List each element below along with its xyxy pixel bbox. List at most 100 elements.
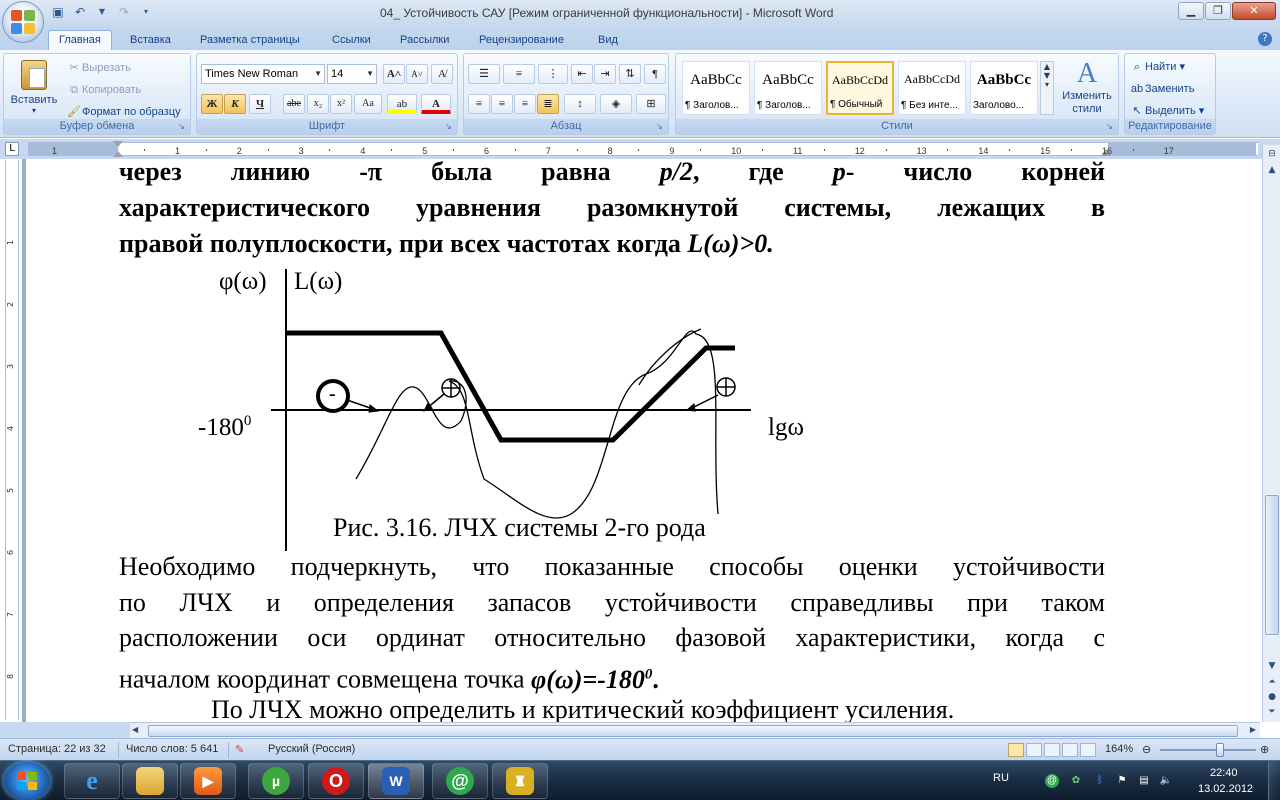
italic-button[interactable]: К: [224, 94, 246, 114]
tab-page-layout[interactable]: Разметка страницы: [200, 31, 300, 50]
icq-tray-icon[interactable]: ✿: [1069, 774, 1083, 788]
change-case-button[interactable]: Aa: [354, 94, 382, 114]
save-icon[interactable]: ▣: [50, 4, 66, 20]
mail-agent-tray-icon[interactable]: @: [1045, 774, 1059, 788]
zoom-level[interactable]: 164%: [1105, 743, 1133, 755]
zoom-slider-thumb[interactable]: [1215, 743, 1224, 757]
full-screen-icon[interactable]: [1026, 743, 1042, 757]
start-button[interactable]: [4, 762, 50, 800]
taskbar-ie[interactable]: e: [64, 763, 120, 799]
dialog-launcher-icon[interactable]: ↘: [445, 122, 455, 132]
next-page-icon[interactable]: ⏷: [1265, 705, 1279, 719]
undo-icon[interactable]: ↶: [72, 4, 88, 20]
maximize-button[interactable]: ❐: [1205, 2, 1231, 20]
language-indicator[interactable]: Русский (Россия): [268, 743, 355, 755]
redo-icon[interactable]: ↷: [116, 4, 132, 20]
scroll-left-icon[interactable]: ◀: [132, 725, 138, 734]
grow-font-button[interactable]: A˄: [383, 64, 405, 84]
subscript-button[interactable]: x₂: [307, 94, 329, 114]
help-icon[interactable]: ?: [1258, 32, 1272, 46]
scroll-right-icon[interactable]: ▶: [1250, 725, 1256, 734]
browse-object-icon[interactable]: ●: [1265, 690, 1279, 704]
taskbar-word[interactable]: W: [368, 763, 424, 799]
replace-button[interactable]: ab Заменить: [1129, 81, 1195, 97]
sort-icon[interactable]: ⇅: [619, 64, 641, 84]
font-family-select[interactable]: Times New Roman ▼: [201, 64, 325, 84]
horizontal-scrollbar[interactable]: ◀ ▶: [130, 722, 1260, 738]
copy-button[interactable]: ⧉ Копировать: [66, 82, 141, 98]
style-heading2[interactable]: AaBbCc ¶ Заголов...: [754, 61, 822, 115]
strikethrough-button[interactable]: abe: [283, 94, 305, 114]
shading-icon[interactable]: ◈: [600, 94, 632, 114]
style-heading1[interactable]: AaBbCc ¶ Заголов...: [682, 61, 750, 115]
office-button[interactable]: [2, 1, 44, 43]
tab-mailings[interactable]: Рассылки: [400, 31, 449, 50]
align-center-icon[interactable]: ≡: [491, 94, 513, 114]
find-button[interactable]: ⌕ Найти ▾: [1129, 59, 1185, 75]
indent-marker-icon[interactable]: [113, 151, 123, 157]
scroll-down-icon[interactable]: ▼: [1265, 659, 1279, 673]
dialog-launcher-icon[interactable]: ↘: [1106, 122, 1116, 132]
undo-dropdown-icon[interactable]: ▼: [94, 4, 110, 20]
document-page[interactable]: через линию -π была равна p/2, где p- чи…: [26, 159, 1260, 722]
hscroll-thumb[interactable]: [148, 725, 1238, 737]
font-color-icon[interactable]: A: [421, 94, 451, 114]
volume-icon[interactable]: 🔈: [1159, 774, 1173, 788]
minimize-button[interactable]: ▁: [1178, 2, 1204, 20]
highlight-icon[interactable]: ab: [387, 94, 417, 114]
tab-selector[interactable]: L: [5, 142, 19, 156]
outline-icon[interactable]: [1062, 743, 1078, 757]
increase-indent-icon[interactable]: ⇥: [594, 64, 616, 84]
tab-insert[interactable]: Вставка: [130, 31, 171, 50]
style-title[interactable]: AaBbCc Заголово...: [970, 61, 1038, 115]
justify-icon[interactable]: ≣: [537, 94, 559, 114]
taskbar-utorrent[interactable]: µ: [248, 763, 304, 799]
word-count[interactable]: Число слов: 5 641: [126, 743, 218, 755]
show-desktop-button[interactable]: [1268, 761, 1280, 800]
numbering-icon[interactable]: ≡: [503, 64, 535, 84]
tab-references[interactable]: Ссылки: [332, 31, 371, 50]
borders-icon[interactable]: ⊞: [636, 94, 666, 114]
web-layout-icon[interactable]: [1044, 743, 1060, 757]
pilcrow-icon[interactable]: ¶: [644, 64, 666, 84]
tab-review[interactable]: Рецензирование: [479, 31, 564, 50]
taskbar-mail-agent[interactable]: @: [432, 763, 488, 799]
dialog-launcher-icon[interactable]: ↘: [656, 122, 666, 132]
align-right-icon[interactable]: ≡: [514, 94, 536, 114]
language-switcher[interactable]: RU: [993, 772, 1009, 784]
line-spacing-icon[interactable]: ↕: [564, 94, 596, 114]
font-size-select[interactable]: 14 ▼: [327, 64, 377, 84]
tab-view[interactable]: Вид: [598, 31, 618, 50]
paste-button[interactable]: Вставить ▾: [8, 58, 60, 115]
underline-button[interactable]: Ч: [249, 94, 271, 114]
style-normal[interactable]: AaBbCcDd ¶ Обычный: [826, 61, 894, 115]
scroll-up-icon[interactable]: ▲: [1265, 163, 1279, 177]
zoom-slider[interactable]: [1160, 743, 1256, 757]
tab-home[interactable]: Главная: [48, 30, 112, 50]
scroll-thumb[interactable]: [1265, 495, 1279, 635]
taskbar-game[interactable]: ♜: [492, 763, 548, 799]
zoom-in-icon[interactable]: ⊕: [1260, 743, 1269, 756]
superscript-button[interactable]: x²: [330, 94, 352, 114]
vertical-scrollbar[interactable]: ⊟ ▲ ▼ ⏶ ● ⏷: [1262, 145, 1280, 722]
taskbar-explorer[interactable]: [122, 763, 178, 799]
format-painter-button[interactable]: 🖌Формат по образцу: [66, 104, 181, 120]
style-no-spacing[interactable]: AaBbCcDd ¶ Без инте...: [898, 61, 966, 115]
styles-scroll[interactable]: ▲ ▼ ▾: [1040, 61, 1054, 115]
multilevel-list-icon[interactable]: ⋮: [538, 64, 568, 84]
bold-button[interactable]: Ж: [201, 94, 223, 114]
clear-format-icon[interactable]: A̸: [431, 64, 453, 84]
customize-qat-icon[interactable]: ▾: [138, 4, 154, 20]
action-center-icon[interactable]: ⚑: [1115, 774, 1129, 788]
prev-page-icon[interactable]: ⏶: [1265, 675, 1279, 689]
taskbar-media-player[interactable]: ▶: [180, 763, 236, 799]
decrease-indent-icon[interactable]: ⇤: [571, 64, 593, 84]
indent-marker-icon[interactable]: [113, 141, 123, 147]
print-layout-icon[interactable]: [1008, 743, 1024, 757]
draft-icon[interactable]: [1080, 743, 1096, 757]
ruler-toggle-icon[interactable]: ⊟: [1265, 147, 1279, 161]
dialog-launcher-icon[interactable]: ↘: [178, 122, 188, 132]
spellcheck-icon[interactable]: ✎: [235, 743, 244, 756]
horizontal-ruler[interactable]: 1 1 2 3 4 5 6 7 8 9 10 11 12 13 14 15 16 17: [28, 141, 1258, 157]
clock-date[interactable]: 13.02.2012: [1198, 783, 1253, 795]
